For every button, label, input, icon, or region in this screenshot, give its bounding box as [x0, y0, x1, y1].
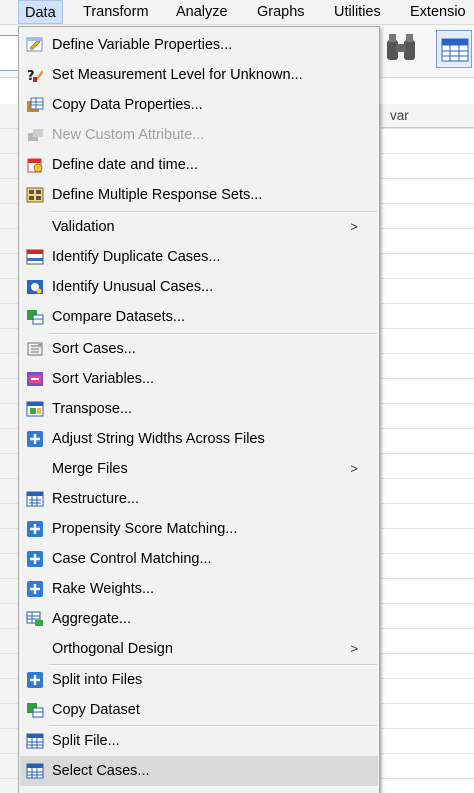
aggregate-icon	[26, 611, 44, 627]
copy-dataset-icon	[26, 702, 44, 718]
menu-item-new-custom-attribute: New Custom Attribute...	[20, 120, 378, 150]
menu-data[interactable]: Data	[18, 0, 63, 24]
grid-view-icon[interactable]	[436, 30, 472, 68]
menu-item-select-cases[interactable]: Select Cases...	[20, 756, 378, 786]
response-sets-icon	[26, 187, 44, 203]
menu-transform[interactable]: Transform	[77, 0, 155, 24]
custom-attribute-icon	[26, 127, 44, 143]
copy-data-properties-icon	[26, 97, 44, 113]
column-header-var[interactable]: var	[380, 104, 474, 128]
restructure-icon	[26, 491, 44, 507]
menu-item-define-multiple-response-sets[interactable]: Define Multiple Response Sets...	[20, 180, 378, 210]
menu-item-split-into-files[interactable]: Split into Files	[20, 665, 378, 695]
split-file-icon	[26, 733, 44, 749]
menu-item-copy-dataset[interactable]: Copy Dataset	[20, 695, 378, 725]
menu-item-case-control-matching[interactable]: Case Control Matching...	[20, 544, 378, 574]
menu-item-adjust-string-widths[interactable]: Adjust String Widths Across Files	[20, 424, 378, 454]
sort-cases-icon	[26, 341, 44, 357]
menu-item-propensity-score-matching[interactable]: Propensity Score Matching...	[20, 514, 378, 544]
duplicate-cases-icon	[26, 249, 44, 265]
unusual-cases-icon	[26, 279, 44, 295]
menu-item-split-file[interactable]: Split File...	[20, 726, 378, 756]
menu-item-transpose[interactable]: Transpose...	[20, 394, 378, 424]
transpose-icon	[26, 401, 44, 417]
submenu-arrow-icon: >	[350, 461, 358, 476]
menu-item-restructure[interactable]: Restructure...	[20, 484, 378, 514]
menu-item-validation[interactable]: Validation >	[20, 212, 378, 242]
menu-item-sort-variables[interactable]: Sort Variables...	[20, 364, 378, 394]
compare-datasets-icon	[26, 309, 44, 325]
menu-item-copy-data-properties[interactable]: Copy Data Properties...	[20, 90, 378, 120]
plus-icon	[26, 672, 44, 688]
data-menu-dropdown: Define Variable Properties... ? Set Meas…	[18, 26, 380, 793]
menu-item-sort-cases[interactable]: Sort Cases...	[20, 334, 378, 364]
menu-item-orthogonal-design[interactable]: Orthogonal Design >	[20, 634, 378, 664]
menu-item-identify-duplicate-cases[interactable]: Identify Duplicate Cases...	[20, 242, 378, 272]
submenu-arrow-icon: >	[350, 219, 358, 234]
menu-item-merge-files[interactable]: Merge Files >	[20, 454, 378, 484]
menu-item-set-measurement-level[interactable]: ? Set Measurement Level for Unknown...	[20, 60, 378, 90]
measurement-level-icon: ?	[26, 67, 44, 83]
plus-icon	[26, 581, 44, 597]
menu-extensions[interactable]: Extensio	[404, 0, 472, 24]
menu-item-aggregate[interactable]: Aggregate...	[20, 604, 378, 634]
plus-icon	[26, 431, 44, 447]
find-binoculars-icon[interactable]	[384, 32, 418, 67]
menubar: Data Transform Analyze Graphs Utilities …	[0, 0, 474, 25]
menu-item-compare-datasets[interactable]: Compare Datasets...	[20, 302, 378, 332]
menu-utilities[interactable]: Utilities	[328, 0, 387, 24]
select-cases-icon	[26, 763, 44, 779]
sort-variables-icon	[26, 371, 44, 387]
plus-icon	[26, 521, 44, 537]
define-variable-properties-icon	[26, 37, 44, 53]
menu-analyze[interactable]: Analyze	[170, 0, 234, 24]
menu-item-identify-unusual-cases[interactable]: Identify Unusual Cases...	[20, 272, 378, 302]
menu-item-define-variable-properties[interactable]: Define Variable Properties...	[20, 30, 378, 60]
menu-graphs[interactable]: Graphs	[251, 0, 311, 24]
grid-column-line	[380, 104, 381, 793]
submenu-arrow-icon: >	[350, 641, 358, 656]
plus-icon	[26, 551, 44, 567]
toolbar-stub	[0, 35, 19, 71]
menu-item-rake-weights[interactable]: Rake Weights...	[20, 574, 378, 604]
menu-item-define-date-time[interactable]: Define date and time...	[20, 150, 378, 180]
calendar-icon	[26, 157, 44, 173]
